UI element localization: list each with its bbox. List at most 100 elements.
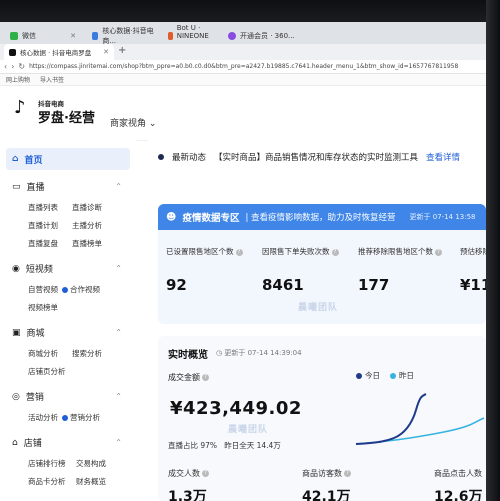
sidebar-item-own-video[interactable]: 自营视频 (28, 284, 58, 295)
tab-active[interactable]: 核心数据 · 抖音电商罗盘 ✕ (4, 44, 114, 60)
section-title: 营销 (25, 393, 44, 403)
metric-label: 商品点击人数 (434, 469, 482, 478)
close-icon[interactable]: ✕ (70, 32, 76, 40)
browser-window: 微信 ✕ 核心数据·抖音电商... Bot U · NINEONE ... 开通… (0, 22, 486, 501)
second-tab-row: 核心数据 · 抖音电商罗盘 ✕ + (0, 44, 486, 60)
sidebar-item-shop-page-analysis[interactable]: 店铺页分析 (28, 366, 66, 377)
tab-bar: 微信 ✕ 核心数据·抖音电商... Bot U · NINEONE ... 开通… (0, 22, 486, 60)
forward-icon[interactable]: › (11, 62, 14, 71)
metric-label: 成交人数? (168, 468, 209, 479)
sidebar-item-live-ranking[interactable]: 直播榜单 (72, 238, 102, 249)
epidemic-title: 疫情数据专区 (182, 213, 240, 224)
sidebar-item-marketing-analysis[interactable]: 营销分析 (62, 412, 100, 423)
sidebar-item-home[interactable]: ⌂ 首页 (6, 148, 130, 170)
sidebar-item-label: 首页 (24, 155, 43, 166)
section-title: 直播 (26, 183, 45, 193)
sidebar-section-mall[interactable]: ▣ 商城 ⌃ (12, 326, 122, 340)
epidemic-header: ☻ 疫情数据专区 | 查看疫情影响数据，助力及时恢复经营 更新于 07-14 1… (158, 204, 486, 230)
epidemic-updated: 更新于 07-14 13:58 (409, 213, 476, 221)
tab-label: 核心数据·抖音电商... (102, 27, 154, 45)
mall-icon: ▣ (12, 327, 21, 338)
section-title: 店铺 (23, 439, 42, 449)
sidebar-item-label: 合作视频 (70, 285, 100, 294)
realtime-overview: 实时概览 ◷ 更新于 07-14 14:39:04 成交金额? 今日 昨日 ¥4… (158, 336, 486, 501)
bookmarks-bar: 网上购物 导入书签 (0, 74, 486, 86)
sidebar-item-live-diagnosis[interactable]: 直播诊断 (72, 202, 102, 213)
metric-label: 预估移除限 (460, 247, 486, 256)
view-switch-dropdown[interactable]: 商家视角 ⌄ (110, 116, 156, 129)
sidebar-section-shop[interactable]: ⌂ 店铺 ⌃ (12, 436, 122, 450)
sidebar-item-mall-analysis[interactable]: 商城分析 (28, 348, 58, 359)
metric-label: 推荐移除限售地区个数? (358, 246, 442, 257)
address-bar: ‹ › ↻ https://compass.jinritemai.com/sho… (0, 60, 486, 74)
home-icon: ⌂ (12, 154, 19, 164)
bookmark-shopping[interactable]: 网上购物 (6, 75, 30, 84)
chevron-up-icon: ⌃ (115, 392, 122, 401)
selected-dot-icon (62, 287, 68, 293)
metric-value: 12.6万 (434, 489, 483, 501)
douyin-logo-icon[interactable]: ♪ (14, 98, 34, 118)
monitor-bezel-top (0, 0, 500, 22)
view-switch-label: 商家视角 (110, 119, 147, 129)
realtime-updated: ◷ 更新于 07-14 14:39:04 (216, 349, 302, 357)
news-title: 最新动态 (172, 153, 207, 163)
realtime-title: 实时概览 (168, 350, 208, 361)
sidebar-item-product-card[interactable]: 商品卡分析 (28, 476, 66, 487)
info-icon: ? (202, 470, 209, 477)
chevron-up-icon: ⌃ (115, 264, 122, 273)
legend-yesterday[interactable]: 昨日 (390, 370, 414, 381)
sidebar-item-shop-ranking[interactable]: 店铺排行榜 (28, 458, 66, 469)
main-content: 最新动态 【实时商品】商品销售情况和库存状态的实时监测工具 查看详情 ☻ 疫情数… (148, 140, 486, 501)
site-icon (168, 32, 173, 40)
sidebar-item-video-ranking[interactable]: 视频榜单 (28, 302, 58, 313)
chart-legend: 今日 昨日 (356, 370, 414, 381)
sidebar-item-live-review[interactable]: 直播复盘 (28, 238, 58, 249)
chevron-up-icon: ⌃ (115, 182, 122, 191)
metric-label: 商品访客数? (302, 468, 351, 479)
reload-icon[interactable]: ↻ (18, 62, 25, 71)
compass-icon (92, 32, 99, 40)
metric-label: 因限售下单失败次数? (262, 246, 339, 257)
sidebar: ⌂ 首页 ▭ 直播 ⌃ 直播列表 直播诊断 直播计划 主播分析 直播复盘 直播榜… (0, 140, 136, 501)
info-icon: ? (344, 470, 351, 477)
sidebar-item-live-plan[interactable]: 直播计划 (28, 220, 58, 231)
sidebar-item-live-list[interactable]: 直播列表 (28, 202, 58, 213)
sidebar-section-video[interactable]: ◉ 短视频 ⌃ (12, 262, 122, 276)
tab-label: 开通会员 · 360... (240, 32, 295, 40)
chevron-up-icon: ⌃ (115, 328, 122, 337)
sidebar-item-anchor-analysis[interactable]: 主播分析 (72, 220, 102, 231)
info-icon: ? (435, 248, 442, 256)
legend-today[interactable]: 今日 (356, 370, 380, 381)
compass-app: ♪ 抖音电商 罗盘·经营 商家视角 ⌄ ⌂ 首页 ▭ 直播 ⌃ 直播列表 直播诊… (0, 86, 486, 501)
url-input[interactable]: https://compass.jinritemai.com/shop?btm_… (29, 63, 458, 70)
metric-label: 已设置限售地区个数? (166, 246, 243, 257)
live-icon: ▭ (12, 181, 21, 192)
gmv-trend-chart (355, 393, 485, 445)
sidebar-item-search-analysis[interactable]: 搜索分析 (72, 348, 102, 359)
shop-icon: ⌂ (12, 437, 18, 448)
logo-title[interactable]: 罗盘·经营 (38, 107, 95, 126)
news-detail-link[interactable]: 查看详情 (426, 151, 460, 163)
clock-icon: ◷ (216, 349, 223, 357)
close-icon[interactable]: ✕ (103, 48, 109, 56)
epidemic-subtitle: | 查看疫情影响数据，助力及时恢复经营 (245, 213, 396, 223)
site-icon (228, 32, 236, 40)
sidebar-section-live[interactable]: ▭ 直播 ⌃ (12, 180, 122, 194)
new-tab-icon[interactable]: + (118, 45, 126, 56)
gmv-value: ¥423,449.02 (170, 398, 302, 419)
bookmark-import[interactable]: 导入书签 (40, 75, 64, 84)
sidebar-item-coop-video[interactable]: 合作视频 (62, 284, 100, 295)
sidebar-section-marketing[interactable]: ◎ 营销 ⌃ (12, 390, 122, 404)
back-icon[interactable]: ‹ (4, 62, 7, 71)
chevron-down-icon: ⌄ (148, 119, 157, 129)
gmv-label: 成交金额? (168, 372, 209, 383)
sidebar-item-activity-analysis[interactable]: 活动分析 (28, 412, 58, 423)
wechat-icon (10, 32, 18, 40)
sidebar-item-trade-composition[interactable]: 交易构成 (76, 458, 106, 469)
epidemic-panel: ☻ 疫情数据专区 | 查看疫情影响数据，助力及时恢复经营 更新于 07-14 1… (158, 204, 486, 324)
douyin-icon (9, 48, 16, 56)
sidebar-item-finance-overview[interactable]: 财务概览 (76, 476, 106, 487)
info-icon: ? (235, 248, 243, 256)
selected-dot-icon (62, 415, 68, 421)
monitor-bezel-right (486, 0, 500, 501)
